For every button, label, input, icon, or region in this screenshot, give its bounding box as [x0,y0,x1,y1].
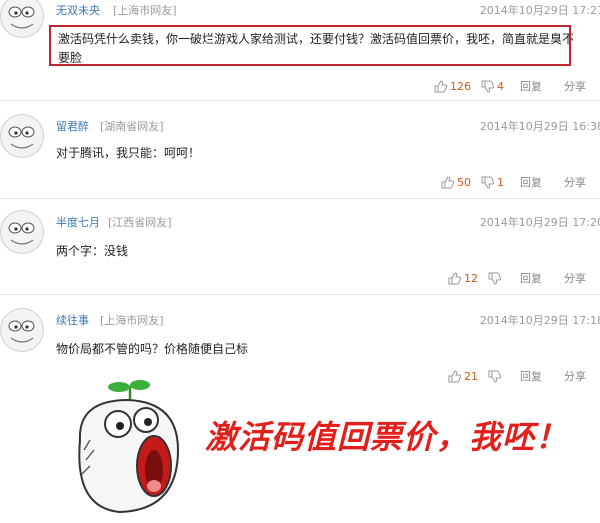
like-count: 50 [457,175,471,189]
comment-time: 2014年10月29日 16:38 [479,120,600,133]
username[interactable]: 无双未央 [56,2,100,18]
dislike-button[interactable] [488,272,504,285]
troll-face-icon [8,126,35,149]
dislike-button[interactable] [488,370,504,383]
thumbs-up-icon [434,79,447,92]
reply-button[interactable]: 回复 [520,174,542,190]
username[interactable]: 半度七月 [56,214,100,230]
troll-face-icon [8,222,35,245]
comment-4: 续往事 [上海市网友] 2014年10月29日 17:18 物价局都不管的吗？价… [0,306,600,390]
comment-time: 2014年10月29日 17:27 [479,4,600,17]
comment-text: 物价局都不管的吗？价格随便自己标 [56,342,249,356]
highlight-box [49,25,571,66]
thumbs-up-icon [441,175,454,188]
troll-face-icon [8,6,35,29]
thumbs-up-icon [448,369,461,382]
avatar[interactable] [0,114,44,158]
comment-actions: 50 1 回复 分享 [431,174,586,190]
comment-3: 半度七月 [江西省网友] 2014年10月29日 17:20 两个字：没钱 12… [0,208,600,294]
dislike-button[interactable]: 4 [481,80,504,93]
avatar[interactable] [0,0,44,38]
troll-face-icon [8,320,35,343]
share-button[interactable]: 分享 [564,174,586,190]
comment-text: 两个字：没钱 [56,244,129,258]
user-location: [湖南省网友] [100,120,164,133]
avatar[interactable] [0,308,44,352]
thumbs-down-icon [481,176,494,189]
comment-time: 2014年10月29日 17:18 [479,314,600,327]
like-button[interactable]: 21 [448,370,478,383]
like-button[interactable]: 12 [448,272,478,285]
thumbs-down-icon [481,80,494,93]
comment-actions: 12 回复 分享 [438,270,586,286]
like-count: 21 [464,369,478,383]
username[interactable]: 留君醉 [56,118,89,134]
comment-text: 对于腾讯，我只能：呵呵！ [56,146,201,160]
username[interactable]: 续往事 [56,312,89,328]
divider [0,294,600,295]
thumbs-up-icon [448,271,461,284]
reply-button[interactable]: 回复 [520,368,542,384]
dislike-count: 1 [497,175,504,189]
divider [0,100,600,101]
meme-face-illustration [60,380,200,519]
like-button[interactable]: 50 [441,176,471,189]
comment-2: 留君醉 [湖南省网友] 2014年10月29日 16:38 对于腾讯，我只能：呵… [0,112,600,200]
reply-button[interactable]: 回复 [520,78,542,94]
dislike-count: 4 [497,79,504,93]
user-location: [上海市网友] [100,314,164,327]
avatar[interactable] [0,210,44,254]
like-count: 12 [464,271,478,285]
share-button[interactable]: 分享 [564,368,586,384]
comment-time: 2014年10月29日 17:20 [479,216,600,229]
rage-face-icon [78,380,180,514]
dislike-button[interactable]: 1 [481,176,504,189]
comment-actions: 21 回复 分享 [438,368,586,384]
like-button[interactable]: 126 [434,80,471,93]
share-button[interactable]: 分享 [564,270,586,286]
meme-caption: 激活码值回票价，我呸！ [205,418,569,456]
divider [0,198,600,199]
user-location: [江西省网友] [108,216,172,229]
thumbs-down-icon [488,370,501,383]
reply-button[interactable]: 回复 [520,270,542,286]
comment-actions: 126 4 回复 分享 [424,78,586,94]
thumbs-down-icon [488,272,501,285]
user-location: [上海市网友] [113,4,177,17]
share-button[interactable]: 分享 [564,78,586,94]
like-count: 126 [450,79,471,93]
